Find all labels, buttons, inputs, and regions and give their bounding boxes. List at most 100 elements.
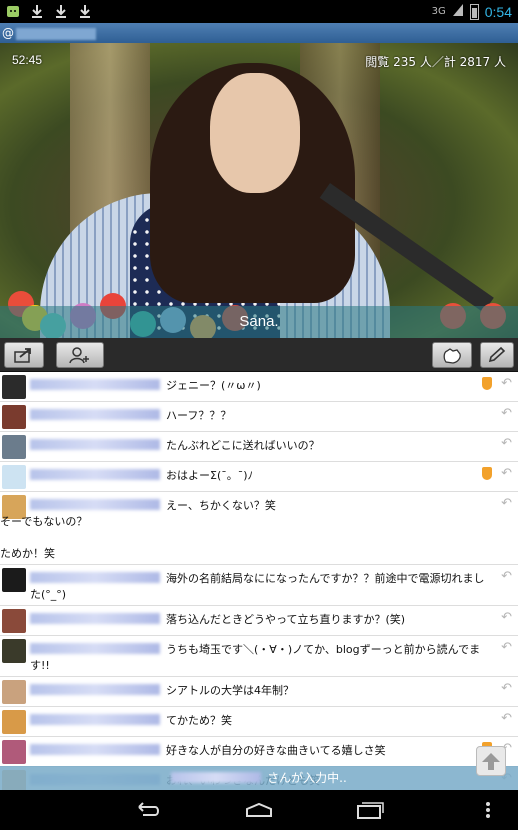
username-blurred (30, 684, 160, 695)
user-avatar[interactable] (2, 740, 26, 764)
status-time: 0:54 (484, 3, 512, 20)
comment-text: ジェニー？(〃ω〃) (166, 379, 261, 392)
signal-icon (452, 2, 464, 21)
username-blurred (30, 379, 160, 390)
username-blurred (30, 439, 160, 450)
user-avatar[interactable] (2, 710, 26, 734)
home-button[interactable] (241, 800, 277, 820)
medal-icon (482, 467, 492, 480)
download-icon (30, 3, 44, 18)
reply-icon[interactable]: ↶ (501, 436, 512, 451)
recents-button[interactable] (352, 800, 388, 820)
username-blurred (30, 409, 160, 420)
user-avatar[interactable] (2, 405, 26, 429)
comment-body: うちも埼玉です＼(・∀・)ノてか、blogずーっと前から読んでます!! (30, 638, 494, 674)
comment-body: ハーフ？？？ (30, 404, 231, 429)
comment-body: シアトルの大学は4年制？ (30, 679, 294, 704)
typing-indicator: さんが入力中.. (0, 766, 518, 790)
comment-text-line: ためか！笑 (0, 547, 55, 560)
username-blurred (30, 499, 160, 510)
comment-body: えー、ちかくない？笑そーでもないの？ ためか！笑 (0, 494, 276, 562)
reply-icon[interactable]: ↶ (501, 466, 512, 481)
recents-icon (357, 802, 384, 819)
handle-prefix: @ (2, 26, 14, 40)
reply-icon[interactable]: ↶ (501, 681, 512, 696)
scroll-to-top-button[interactable] (476, 746, 506, 776)
user-avatar[interactable] (2, 568, 26, 592)
live-video[interactable]: 52:45 閲覧 235 人／計 2817 人 Sana. (0, 43, 518, 338)
status-bar: 3G 0:54 (0, 0, 518, 23)
username-blurred (30, 744, 160, 755)
home-icon (246, 802, 272, 817)
user-avatar[interactable] (2, 375, 26, 399)
comment-text: てかため？笑 (166, 714, 232, 727)
comment-row[interactable]: えー、ちかくない？笑そーでもないの？ ためか！笑 ↶ (0, 492, 518, 565)
comment-row[interactable]: てかため？笑 ↶ (0, 707, 518, 737)
view-count: 閲覧 235 人／計 2817 人 (365, 55, 506, 69)
username-blurred (30, 469, 160, 480)
comment-body: 落ち込んだときどうやって立ち直りますか？(笑) (30, 608, 405, 633)
comment-body: 好きな人が自分の好きな曲きいてる嬉しさ笑 (30, 739, 386, 764)
comment-body: てかため？笑 (30, 709, 232, 734)
user-avatar[interactable] (2, 680, 26, 704)
share-button[interactable] (4, 342, 44, 368)
username-blurred (30, 714, 160, 725)
comment-row[interactable]: シアトルの大学は4年制？ ↶ (0, 677, 518, 707)
user-avatar[interactable] (2, 639, 26, 663)
comment-body: おはよーΣ(¯。¯)ﾉ (30, 464, 253, 489)
add-user-button[interactable] (56, 342, 104, 368)
reply-icon[interactable]: ↶ (501, 406, 512, 421)
reply-icon[interactable]: ↶ (501, 711, 512, 726)
add-user-icon (69, 347, 89, 364)
comment-row[interactable]: ハーフ？？？ ↶ (0, 402, 518, 432)
comment-text: シアトルの大学は4年制？ (166, 684, 294, 697)
comment-list[interactable]: ジェニー？(〃ω〃) ↶ ハーフ？？？ ↶ たんぶれどこに送ればいいの？ ↶ おはよーΣ(¯… (0, 372, 518, 790)
reply-icon[interactable]: ↶ (501, 610, 512, 625)
handle-blurred (16, 27, 96, 40)
comment-row[interactable]: 好きな人が自分の好きな曲きいてる嬉しさ笑 ↶ (0, 737, 518, 767)
action-toolbar (0, 338, 518, 372)
comment-row[interactable]: おはよーΣ(¯。¯)ﾉ ↶ (0, 462, 518, 492)
clap-icon (443, 348, 461, 364)
comment-text-line: そーでもないの？ (0, 515, 88, 528)
username-blurred (30, 643, 160, 654)
comment-body: 海外の名前結局なにになったんですか？？前途中で電源切れました(°_°) (30, 567, 494, 603)
back-icon (138, 802, 159, 816)
comment-button[interactable] (480, 342, 514, 368)
comment-text: おはよーΣ(¯。¯)ﾉ (166, 469, 254, 482)
reply-icon[interactable]: ↶ (501, 376, 512, 391)
comment-row[interactable]: 落ち込んだときどうやって立ち直りますか？(笑) ↶ (0, 606, 518, 636)
back-button[interactable] (130, 800, 166, 820)
clap-button[interactable] (432, 342, 472, 368)
comment-row[interactable]: うちも埼玉です＼(・∀・)ノてか、blogずーっと前から読んでます!! ↶ (0, 636, 518, 677)
signal-indicator: 3G (431, 6, 446, 17)
user-avatar[interactable] (2, 609, 26, 633)
username-blurred (30, 572, 160, 583)
comment-body: たんぶれどこに送ればいいの？ (30, 434, 320, 459)
user-avatar[interactable] (2, 435, 26, 459)
person-face (210, 73, 300, 193)
comment-text: えー、ちかくない？笑 (166, 499, 276, 512)
pencil-icon (488, 346, 506, 363)
overflow-menu-button[interactable] (478, 800, 498, 820)
comment-row[interactable]: たんぶれどこに送ればいいの？ ↶ (0, 432, 518, 462)
download-icon (54, 3, 68, 18)
arrow-up-icon (482, 753, 500, 770)
reply-icon[interactable]: ↶ (501, 640, 512, 655)
medal-icon (482, 377, 492, 390)
comment-row[interactable]: 海外の名前結局なにになったんですか？？前途中で電源切れました(°_°) ↶ (0, 565, 518, 606)
user-avatar[interactable] (2, 465, 26, 489)
broadcaster-caption: Sana. (0, 306, 518, 338)
comment-text: 好きな人が自分の好きな曲きいてる嬉しさ笑 (166, 744, 386, 757)
android-notification-icon (6, 3, 20, 18)
typing-user-blurred (171, 772, 262, 783)
username-blurred (30, 613, 160, 624)
reply-icon[interactable]: ↶ (501, 569, 512, 584)
navigation-bar (0, 790, 518, 830)
comment-row[interactable]: ジェニー？(〃ω〃) ↶ (0, 372, 518, 402)
share-icon (14, 348, 31, 363)
comment-text: ハーフ？？？ (166, 409, 232, 422)
typing-text: さんが入力中.. (267, 771, 347, 785)
menu-icon (486, 802, 490, 818)
reply-icon[interactable]: ↶ (501, 496, 512, 511)
